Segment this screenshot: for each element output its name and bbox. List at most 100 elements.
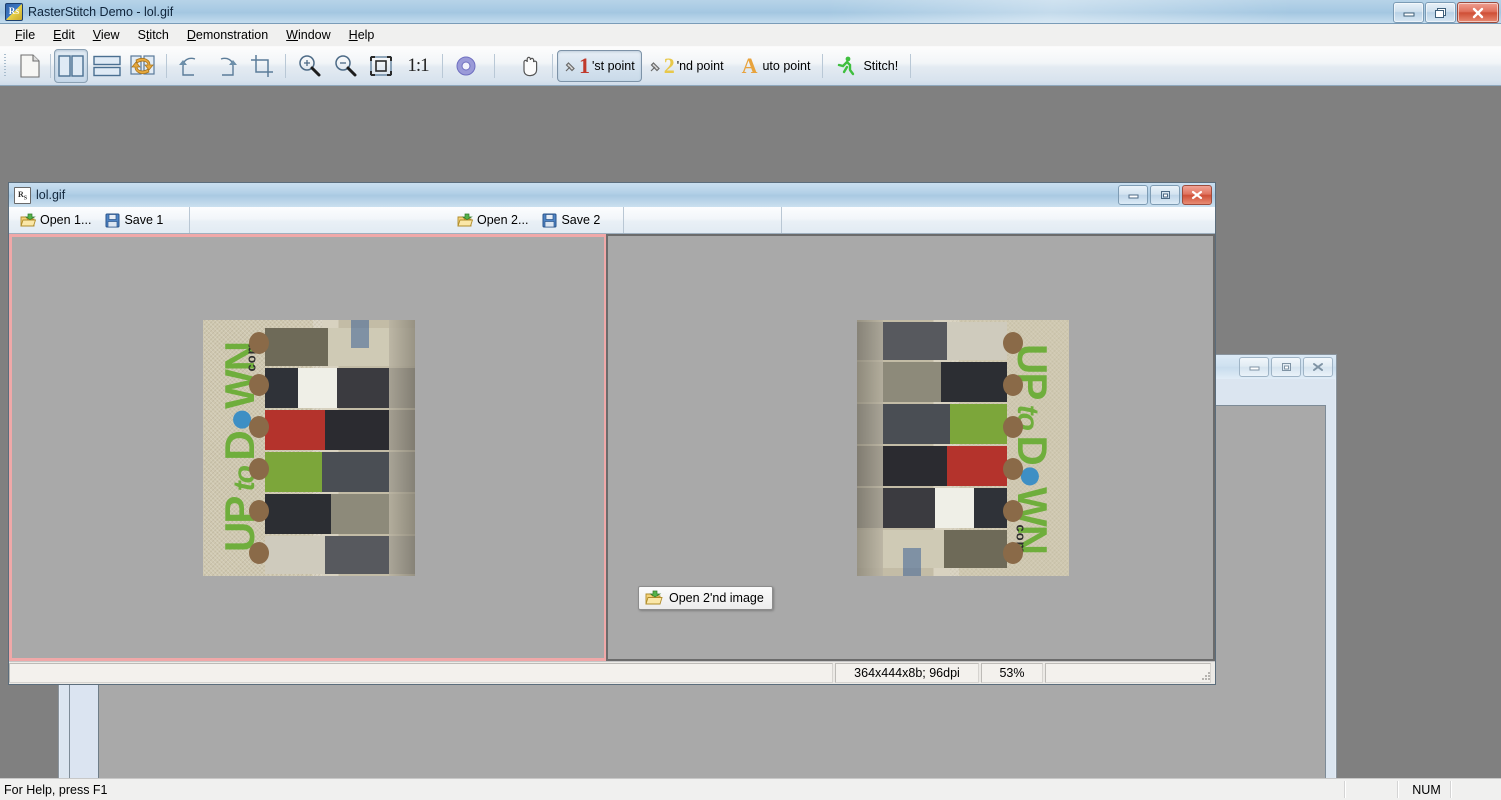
tooltip: Open 2'nd image xyxy=(638,586,773,610)
main-title-bar: RS RasterStitch Demo - lol.gif xyxy=(0,0,1501,24)
open-folder-icon xyxy=(645,590,663,605)
first-point-button[interactable]: 1 'st point xyxy=(557,50,642,82)
menu-item-demonstration[interactable]: Demonstration xyxy=(178,25,277,45)
image-1-toolbar-group: Open 1... Save 1 xyxy=(9,207,190,233)
document-window-controls xyxy=(1116,185,1212,205)
image-2[interactable]: UP to D●WN com xyxy=(856,319,1069,576)
toolbar-separator xyxy=(285,54,286,78)
vertical-split-view-button[interactable] xyxy=(54,49,88,83)
window-controls xyxy=(1392,2,1499,23)
menu-item-view[interactable]: View xyxy=(84,25,129,45)
split-view: UP to D●WN com UP to D●WN com xyxy=(9,234,1215,661)
background-close-button[interactable] xyxy=(1303,357,1333,377)
floppy-disk-icon xyxy=(542,213,557,227)
stitch-label: Stitch! xyxy=(863,59,899,73)
close-button[interactable] xyxy=(1457,2,1499,23)
menu-bar: FFileile Edit View Stitch Demonstration … xyxy=(0,24,1501,47)
new-document-button[interactable] xyxy=(13,49,47,83)
pin-icon xyxy=(650,61,660,71)
background-window-controls xyxy=(1237,357,1333,377)
status-cell-extra xyxy=(1045,663,1211,683)
second-point-button[interactable]: 2 'nd point xyxy=(642,50,731,82)
toolbar-separator xyxy=(442,54,443,78)
magnifier-plus-icon xyxy=(299,55,321,77)
document-close-button[interactable] xyxy=(1182,185,1212,205)
zoom-status: 53% xyxy=(981,663,1043,683)
open-2-button[interactable]: Open 2... xyxy=(450,210,535,231)
save-1-button[interactable]: Save 1 xyxy=(98,210,170,231)
first-point-number: 1 xyxy=(579,53,590,78)
save-2-button[interactable]: Save 2 xyxy=(535,210,607,231)
toolbar-separator xyxy=(822,54,824,78)
toolbar-grip[interactable] xyxy=(2,54,9,78)
image-pane-1[interactable]: UP to D●WN com xyxy=(9,234,606,661)
background-restore-button[interactable] xyxy=(1271,357,1301,377)
menu-item-window[interactable]: Window xyxy=(277,25,339,45)
main-toolbar: 1:1 1 'st point 2 'nd point A uto point … xyxy=(0,47,1501,86)
status-indicator-3 xyxy=(1452,780,1501,799)
fit-window-icon xyxy=(370,56,392,76)
magnifier-minus-icon xyxy=(335,55,357,77)
rasterstitch-app-icon: RS xyxy=(5,2,23,21)
menu-item-file[interactable]: FFileile xyxy=(6,25,44,45)
auto-point-label: uto point xyxy=(762,59,811,73)
rotate-left-button[interactable] xyxy=(173,49,207,83)
save-2-label: Save 2 xyxy=(561,213,601,227)
minimize-icon xyxy=(1249,366,1259,370)
restore-icon xyxy=(1435,7,1446,18)
close-icon xyxy=(1472,7,1484,18)
auto-point-letter: A xyxy=(741,53,758,78)
rotate-ccw-icon xyxy=(179,57,196,76)
application-window: RS RasterStitch Demo - lol.gif File Edit… xyxy=(0,0,1501,800)
stitch-button[interactable]: Stitch! xyxy=(828,50,905,82)
pan-hand-button[interactable] xyxy=(513,49,547,83)
image-1[interactable]: UP to D●WN com xyxy=(203,319,415,576)
horizontal-split-view-button[interactable] xyxy=(90,49,124,83)
auto-point-button[interactable]: A uto point xyxy=(735,50,818,82)
photo-1-content: UP to D●WN com xyxy=(203,319,415,576)
minimize-icon xyxy=(1128,194,1138,198)
settings-button[interactable] xyxy=(449,49,483,83)
hand-icon xyxy=(523,56,538,77)
resize-grip-icon[interactable] xyxy=(1199,669,1211,681)
first-point-label: 'st point xyxy=(592,59,635,73)
document-title: lol.gif xyxy=(36,188,66,202)
rotate-cw-icon xyxy=(220,57,237,76)
crop-button[interactable] xyxy=(245,49,279,83)
second-point-label: 'nd point xyxy=(676,59,724,73)
restore-button[interactable] xyxy=(1425,2,1456,23)
open-1-button[interactable]: Open 1... xyxy=(13,210,98,231)
restore-icon xyxy=(1160,191,1170,199)
minimize-icon xyxy=(1403,12,1414,16)
toolbar-separator xyxy=(910,54,912,78)
swap-images-button[interactable] xyxy=(126,49,160,83)
document-restore-button[interactable] xyxy=(1150,185,1180,205)
close-icon xyxy=(1313,363,1323,371)
document-status-bar: 364x444x8b; 96dpi 53% xyxy=(9,661,1215,684)
crop-icon xyxy=(251,55,273,77)
toolbar-separator xyxy=(166,54,167,78)
swap-arrows-icon xyxy=(130,55,155,75)
actual-size-button[interactable]: 1:1 xyxy=(400,49,436,83)
menu-item-help[interactable]: Help xyxy=(340,25,384,45)
document-minimize-button[interactable] xyxy=(1118,185,1148,205)
toolbar-separator xyxy=(494,54,495,78)
minimize-button[interactable] xyxy=(1393,2,1424,23)
background-minimize-button[interactable] xyxy=(1239,357,1269,377)
open-folder-icon xyxy=(457,213,473,226)
rotate-right-button[interactable] xyxy=(209,49,243,83)
title-glow xyxy=(0,0,1501,23)
gear-icon xyxy=(456,56,476,76)
open-2-label: Open 2... xyxy=(477,213,529,227)
document-child-window[interactable]: RS lol.gif Open 1... Save 1 Open 2... Sa… xyxy=(8,182,1216,685)
pin-icon xyxy=(565,61,575,71)
save-1-label: Save 1 xyxy=(124,213,164,227)
menu-item-edit[interactable]: Edit xyxy=(44,25,84,45)
status-indicator-1 xyxy=(1346,780,1397,799)
main-status-bar: For Help, press F1 NUM xyxy=(0,778,1501,800)
zoom-in-button[interactable] xyxy=(292,49,326,83)
image-2-toolbar-group: Open 2... Save 2 xyxy=(446,207,624,233)
zoom-out-button[interactable] xyxy=(328,49,362,83)
menu-item-stitch[interactable]: Stitch xyxy=(129,25,178,45)
fit-to-window-button[interactable] xyxy=(364,49,398,83)
